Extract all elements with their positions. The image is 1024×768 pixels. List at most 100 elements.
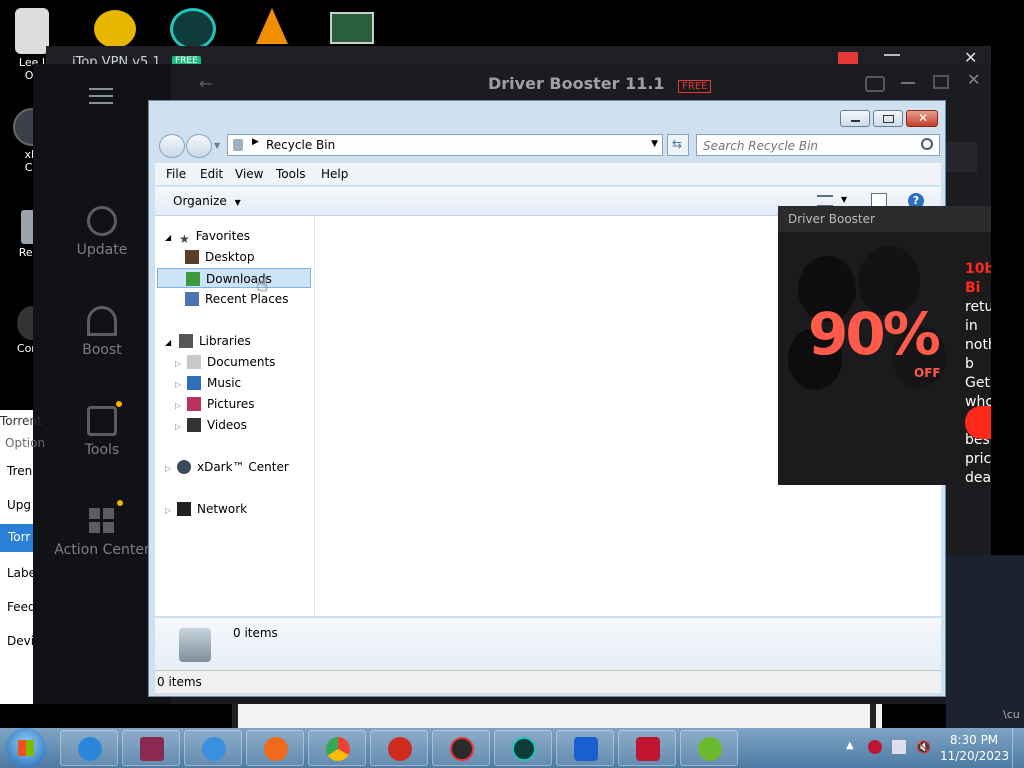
promo-badge-number: 90% — [808, 300, 941, 368]
tray-app-icon[interactable] — [868, 740, 882, 754]
db-maximize-icon[interactable] — [933, 75, 949, 89]
tray-expand-icon[interactable]: ▲ — [846, 740, 854, 751]
tree-label: Documents — [206, 355, 276, 369]
desk-post-left — [232, 704, 238, 728]
db-back-icon[interactable]: ← — [199, 74, 212, 93]
tree-xdark-center[interactable]: ▷ xDark™ Center — [165, 457, 289, 477]
tree-libraries[interactable]: ◢ Libraries — [165, 331, 251, 351]
organize-button[interactable]: Organize ▼ — [173, 194, 241, 208]
history-dropdown-icon[interactable]: ▼ — [214, 141, 220, 150]
torrent-item[interactable]: Tren — [7, 464, 32, 478]
shield-icon[interactable] — [170, 8, 216, 50]
promo-popup: Driver Booster 90% OFF 10bit Bi returns … — [778, 206, 1024, 486]
recent-places-icon — [185, 292, 199, 306]
expand-arrow-icon: ◢ — [165, 233, 172, 242]
minimize-button[interactable] — [840, 110, 870, 127]
tree-favorites[interactable]: ◢ ★ Favorites — [165, 226, 250, 246]
background-panel — [991, 170, 1024, 550]
maximize-button[interactable] — [873, 110, 903, 127]
view-dropdown-icon[interactable]: ▼ — [841, 195, 847, 204]
notification-dot — [117, 500, 123, 506]
taskbar-shield[interactable] — [494, 730, 552, 766]
refresh-button[interactable]: ⇆ — [667, 134, 689, 156]
balloon-image: 90% OFF — [788, 246, 948, 476]
taskbar-chrome[interactable] — [308, 730, 366, 766]
search-box[interactable] — [696, 134, 940, 156]
back-button[interactable] — [159, 134, 185, 158]
desk-shelf — [232, 704, 882, 728]
menu-view[interactable]: View — [235, 167, 263, 181]
db-title-text: Driver Booster 11.1 — [488, 74, 665, 93]
db-chat-icon[interactable] — [865, 76, 885, 92]
torrent-options[interactable]: Option — [5, 436, 45, 450]
forward-button[interactable] — [186, 134, 212, 158]
recycle-bin-large-icon — [179, 628, 211, 662]
hamburger-icon[interactable] — [89, 88, 113, 104]
organize-label: Organize — [173, 194, 227, 208]
menu-tools[interactable]: Tools — [276, 167, 306, 181]
firefox-icon — [264, 737, 288, 761]
music-icon — [186, 376, 201, 390]
torrent-item[interactable]: Feed — [7, 600, 36, 614]
documents-icon — [186, 355, 201, 369]
pictures-icon — [186, 397, 201, 411]
collapse-arrow-icon: ▷ — [175, 380, 182, 389]
search-icon[interactable] — [921, 138, 933, 150]
tree-network[interactable]: ▷ Network — [165, 499, 247, 519]
tree-label: Music — [206, 376, 242, 390]
item-count: 0 items — [233, 626, 278, 640]
vlc-icon[interactable] — [256, 8, 288, 44]
taskbar-itunes[interactable] — [184, 730, 242, 766]
tray-network-icon[interactable] — [892, 740, 906, 754]
videos-icon — [186, 418, 201, 432]
tree-label: Pictures — [206, 397, 255, 411]
tray-volume-icon[interactable]: 🔇 — [916, 740, 931, 754]
menu-file[interactable]: File — [166, 167, 186, 181]
db-nav-label: Action Center — [54, 542, 150, 558]
monitor-icon[interactable] — [330, 12, 374, 44]
address-dropdown-icon[interactable]: ▼ — [651, 139, 658, 149]
db-nav-label: Tools — [84, 442, 120, 458]
refresh-icon: ⇆ — [672, 137, 683, 151]
taskbar-firefox[interactable] — [246, 730, 304, 766]
db-close-icon[interactable]: ✕ — [967, 70, 980, 89]
taskbar-utorrent[interactable] — [680, 730, 738, 766]
tree-documents[interactable]: ▷ Documents — [175, 352, 275, 372]
speedometer-icon — [87, 306, 117, 336]
tree-desktop[interactable]: Desktop — [185, 247, 255, 267]
tree-music[interactable]: ▷ Music — [175, 373, 241, 393]
torrent-item[interactable]: Devi — [7, 634, 34, 648]
taskbar-security[interactable] — [432, 730, 490, 766]
taskbar-winrar[interactable] — [122, 730, 180, 766]
taskbar-ie[interactable] — [60, 730, 118, 766]
show-desktop-button[interactable] — [1012, 728, 1024, 768]
db-minimize-icon[interactable] — [901, 82, 915, 84]
taskbar-recorder[interactable] — [618, 730, 676, 766]
torrent-item[interactable]: Labe — [7, 566, 36, 580]
search-input[interactable] — [701, 136, 910, 156]
tray-clock[interactable]: 8:30 PM 11/20/2023 — [940, 732, 1009, 764]
torrent-item-selected[interactable]: Torr — [0, 524, 33, 552]
breadcrumb-arrow-icon: ▶ — [252, 137, 259, 147]
start-button[interactable] — [6, 728, 46, 768]
tree-recent-places[interactable]: Recent Places — [185, 289, 288, 309]
tree-downloads[interactable]: Downloads — [157, 268, 311, 288]
address-bar[interactable]: ▶ Recycle Bin ▼ — [227, 134, 663, 156]
background-text: \cu — [1003, 708, 1020, 721]
torrent-item[interactable]: Upg — [7, 498, 31, 512]
menu-edit[interactable]: Edit — [200, 167, 223, 181]
tree-pictures[interactable]: ▷ Pictures — [175, 394, 255, 414]
tree-videos[interactable]: ▷ Videos — [175, 415, 247, 435]
close-button[interactable]: ✕ — [906, 110, 938, 127]
desktop-icon — [185, 250, 199, 264]
desk-post-right — [870, 704, 876, 728]
network-icon — [176, 502, 191, 516]
utorrent-icon — [698, 737, 722, 761]
menu-help[interactable]: Help — [321, 167, 348, 181]
taskbar-pc-app[interactable] — [370, 730, 428, 766]
avg-icon[interactable] — [94, 10, 136, 48]
torrent-item: Torr — [8, 530, 31, 544]
db-nav-label: Boost — [82, 342, 122, 358]
taskbar-vpn[interactable] — [556, 730, 614, 766]
grid-icon — [87, 500, 123, 536]
